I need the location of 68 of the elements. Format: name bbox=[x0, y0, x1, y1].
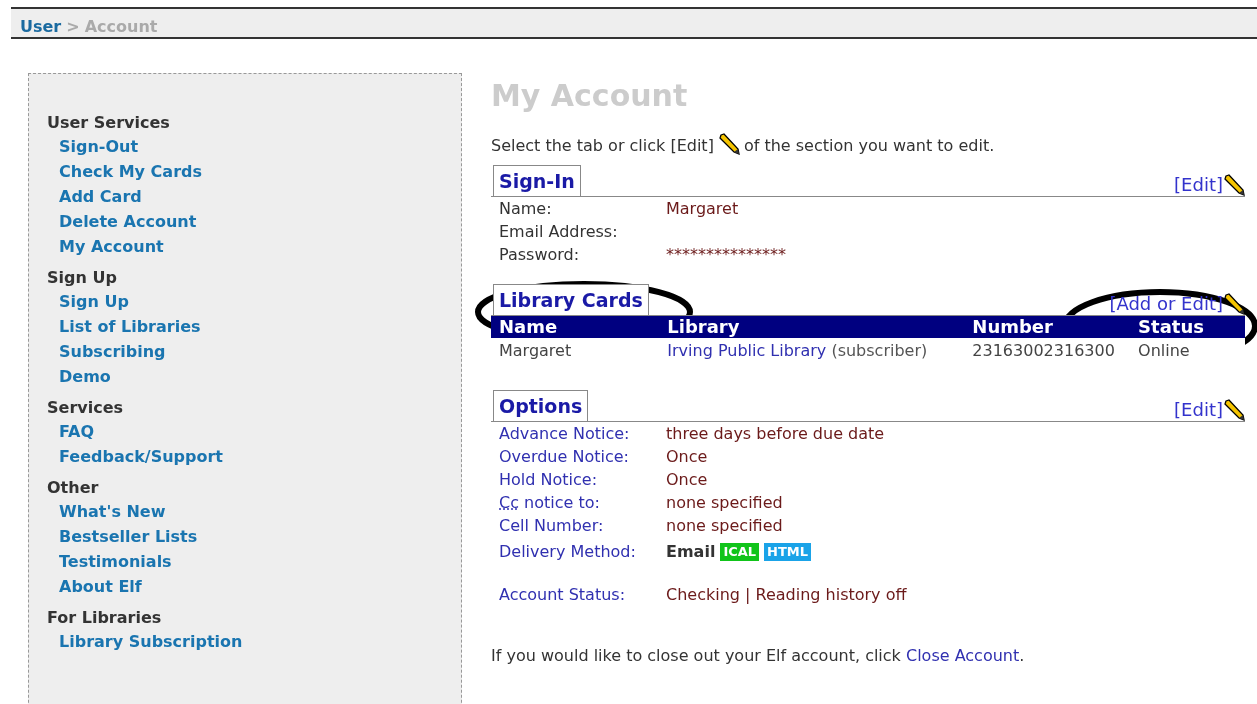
sidebar-heading: For Libraries bbox=[47, 607, 163, 629]
format-badge: ICAL bbox=[720, 542, 760, 561]
intro-text: of the section you want to edit. bbox=[743, 136, 995, 155]
sidebar-heading: Other bbox=[47, 477, 100, 499]
breadcrumb-separator: > bbox=[66, 17, 80, 37]
table-cell: Online bbox=[1130, 338, 1245, 364]
footer-text: If you would like to close out your Elf account, click bbox=[491, 646, 901, 665]
field-label: Account Status: bbox=[499, 584, 627, 606]
section-tab[interactable]: Sign-In bbox=[493, 165, 581, 196]
sidebar-link[interactable]: Subscribing bbox=[59, 339, 461, 364]
breadcrumb-current: Account bbox=[84, 17, 158, 37]
sidebar-link[interactable]: Sign Up bbox=[59, 289, 461, 314]
column-header: Number bbox=[964, 316, 1131, 338]
pencil-icon bbox=[1223, 174, 1245, 196]
sidebar-heading: Sign Up bbox=[47, 267, 118, 289]
sidebar-link[interactable]: Library Subscription bbox=[59, 629, 461, 654]
pencil-icon bbox=[1223, 293, 1245, 315]
sidebar-link[interactable]: Testimonials bbox=[59, 549, 461, 574]
sidebar-link[interactable]: My Account bbox=[59, 234, 461, 259]
field-label: Password: bbox=[499, 244, 581, 266]
close-account-link[interactable]: Close Account bbox=[905, 646, 1020, 665]
table-cell: (subscriber) bbox=[831, 341, 928, 360]
column-header: Name bbox=[491, 316, 660, 338]
column-header: Status bbox=[1130, 316, 1245, 338]
field-label: Email Address: bbox=[499, 221, 619, 243]
field-value: three days before due date bbox=[666, 423, 886, 445]
sidebar-link[interactable]: FAQ bbox=[59, 419, 461, 444]
edit-link[interactable]: [Add or Edit] bbox=[1109, 293, 1223, 315]
pencil-icon bbox=[1223, 399, 1245, 421]
intro-text: Select the tab or click [Edit] bbox=[491, 136, 714, 155]
sidebar-link[interactable]: Check My Cards bbox=[59, 159, 461, 184]
sidebar-link[interactable]: Delete Account bbox=[59, 209, 461, 234]
sidebar-heading: User Services bbox=[47, 112, 171, 134]
edit-link[interactable]: [Edit] bbox=[1174, 174, 1223, 196]
library-link[interactable]: Irving Public Library bbox=[667, 341, 827, 360]
field-value: Once bbox=[666, 446, 709, 468]
field-label: Advance Notice: bbox=[499, 423, 631, 445]
field-value: *************** bbox=[666, 244, 787, 266]
sidebar-link[interactable]: Feedback/Support bbox=[59, 444, 461, 469]
field-label: Delivery Method: bbox=[499, 541, 637, 563]
sidebar-link[interactable]: Bestseller Lists bbox=[59, 524, 461, 549]
edit-link[interactable]: [Edit] bbox=[1174, 399, 1223, 421]
field-value: Margaret bbox=[666, 198, 740, 220]
sidebar-link[interactable]: List of Libraries bbox=[59, 314, 461, 339]
table-cell: 23163002316300 bbox=[964, 338, 1131, 364]
sidebar-link[interactable]: Add Card bbox=[59, 184, 461, 209]
sidebar-link[interactable]: What's New bbox=[59, 499, 461, 524]
field-label: Cell Number: bbox=[499, 515, 605, 537]
breadcrumb-link[interactable]: User bbox=[20, 17, 62, 37]
sidebar-heading: Services bbox=[47, 397, 125, 419]
field-label: Hold Notice: bbox=[499, 469, 598, 491]
sidebar-link[interactable]: Demo bbox=[59, 364, 461, 389]
field-value: none specified bbox=[666, 515, 784, 537]
sidebar-link[interactable]: About Elf bbox=[59, 574, 461, 599]
field-value: Checking | Reading history off bbox=[666, 584, 908, 606]
section-tab[interactable]: Options bbox=[493, 390, 589, 421]
footer-text: . bbox=[1019, 646, 1025, 665]
section-tab[interactable]: Library Cards bbox=[493, 284, 649, 315]
pencil-icon bbox=[717, 133, 740, 155]
sidebar-link[interactable]: Sign-Out bbox=[59, 134, 461, 159]
field-value: none specified bbox=[666, 492, 784, 514]
field-label: Cc notice to: bbox=[499, 492, 601, 514]
column-header: Library bbox=[659, 316, 965, 338]
field-label: Name: bbox=[499, 198, 553, 220]
format-badge: HTML bbox=[764, 542, 812, 561]
field-value: Email bbox=[666, 541, 716, 563]
field-label: Overdue Notice: bbox=[499, 446, 630, 468]
field-value: Once bbox=[666, 469, 709, 491]
